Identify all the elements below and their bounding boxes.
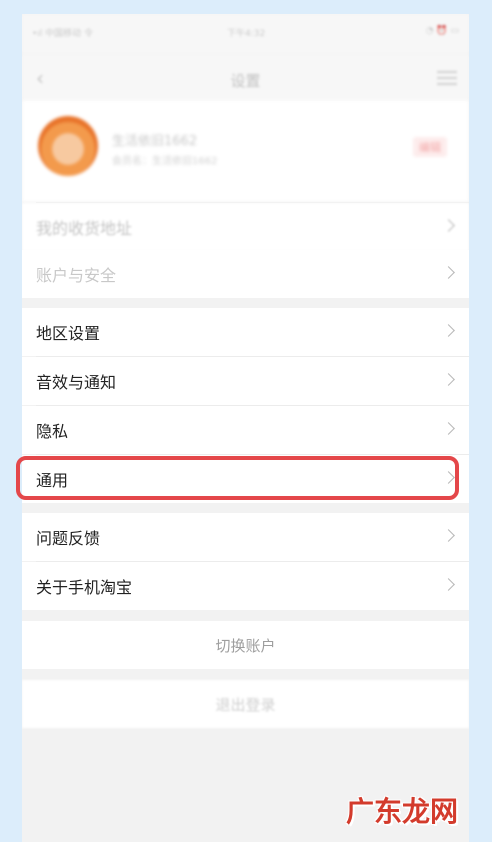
- button-label: 退出登录: [215, 695, 276, 714]
- watermark: 广东龙网: [345, 795, 458, 828]
- chevron-right-icon: [442, 422, 455, 435]
- nav-bar: ‹ 设置: [22, 54, 469, 100]
- carrier-label: •ıl 中国移动 令: [32, 29, 94, 39]
- row-label: 问题反馈: [36, 529, 101, 548]
- phone-screen: •ıl 中国移动 令 下午4:32 ◔ ⏰ ▭ ‹ 设置 生活依旧1662 会员…: [22, 14, 469, 842]
- profile-card[interactable]: 生活依旧1662 会员名：生活依旧1662 编辑: [22, 100, 469, 202]
- chevron-right-icon: [442, 529, 455, 542]
- row-label: 关于手机淘宝: [36, 578, 133, 597]
- row-feedback[interactable]: 问题反馈: [22, 513, 469, 561]
- row-label: 隐私: [36, 422, 69, 441]
- highlight-frame: [16, 456, 459, 500]
- edit-badge[interactable]: 编辑: [413, 137, 447, 157]
- row-region[interactable]: 地区设置: [22, 308, 469, 356]
- row-label: 我的收货地址: [36, 219, 133, 238]
- menu-icon[interactable]: [437, 71, 457, 85]
- row-sound[interactable]: 音效与通知: [22, 357, 469, 405]
- logout-button[interactable]: 退出登录: [22, 680, 469, 728]
- row-address[interactable]: 我的收货地址: [22, 203, 469, 251]
- row-label: 地区设置: [36, 324, 101, 343]
- page-title: 设置: [230, 72, 261, 90]
- chevron-right-icon: [442, 266, 455, 279]
- status-bar: •ıl 中国移动 令 下午4:32 ◔ ⏰ ▭: [22, 14, 469, 54]
- profile-subtitle: 会员名：生活依旧1662: [112, 156, 218, 167]
- chevron-right-icon: [442, 324, 455, 337]
- chevron-right-icon: [442, 578, 455, 591]
- status-time: 下午4:32: [227, 29, 266, 39]
- switch-account-button[interactable]: 切换账户: [22, 621, 469, 669]
- battery-icon: ◔ ⏰ ▭: [425, 26, 459, 36]
- chevron-right-icon: [442, 373, 455, 386]
- profile-name: 生活依旧1662: [112, 134, 198, 149]
- row-label: 音效与通知: [36, 373, 117, 392]
- row-account-security[interactable]: 账户与安全: [22, 250, 469, 298]
- row-label: 账户与安全: [36, 266, 117, 285]
- chevron-right-icon: [442, 219, 455, 232]
- button-label: 切换账户: [215, 636, 276, 655]
- avatar[interactable]: [38, 116, 98, 176]
- row-about[interactable]: 关于手机淘宝: [22, 562, 469, 610]
- row-privacy[interactable]: 隐私: [22, 406, 469, 454]
